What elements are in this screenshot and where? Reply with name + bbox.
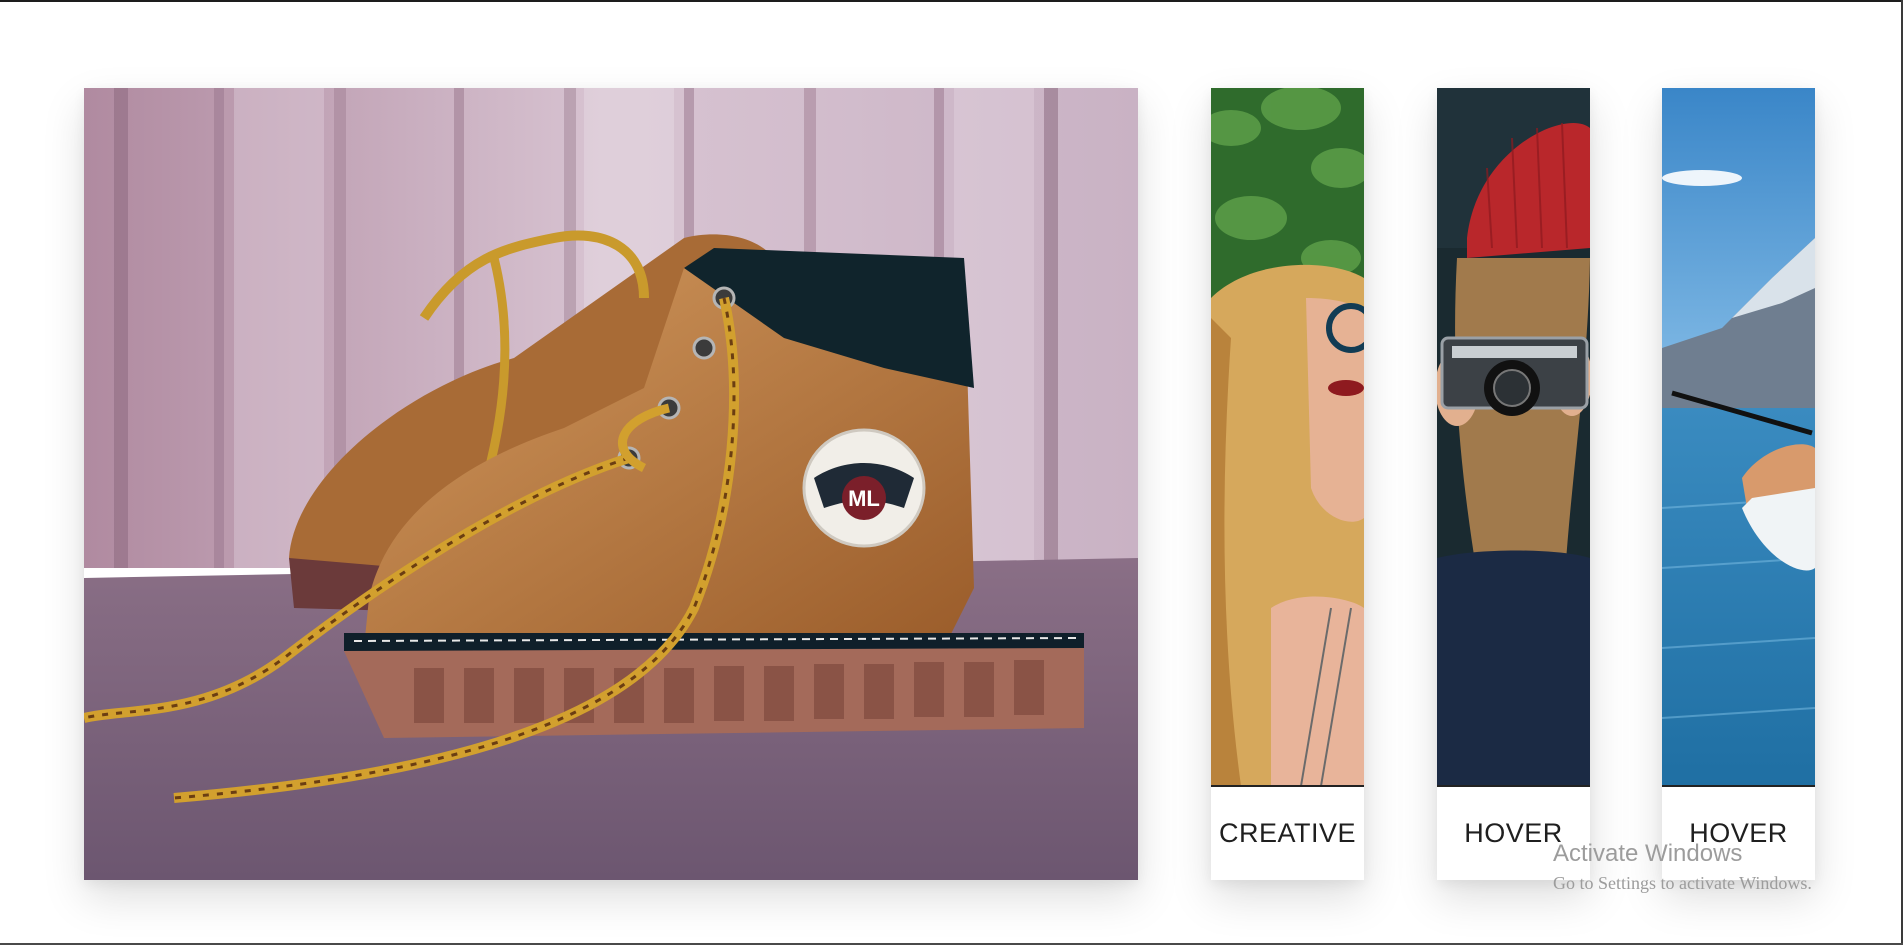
gallery-card-hover-kayak[interactable]: HOVER bbox=[1662, 88, 1815, 880]
gallery-card-image bbox=[1437, 88, 1590, 786]
gallery-card-creative[interactable]: CREATIVE bbox=[1211, 88, 1364, 880]
camera-person-image bbox=[1437, 88, 1590, 786]
gallery-card-image bbox=[1211, 88, 1364, 786]
woman-glasses-image bbox=[1211, 88, 1364, 786]
watermark-subtitle: Go to Settings to activate Windows. bbox=[1553, 873, 1812, 893]
boot-badge: ML bbox=[802, 428, 926, 548]
window-top-border bbox=[0, 0, 1903, 2]
card-label: CREATIVE bbox=[1211, 787, 1364, 880]
featured-image-card[interactable]: ML bbox=[84, 88, 1138, 880]
kayak-lake-image bbox=[1662, 88, 1815, 786]
featured-boots-image: ML bbox=[84, 88, 1138, 880]
watermark-title: Activate Windows bbox=[1553, 840, 1743, 867]
gallery-card-hover-camera[interactable]: HOVER bbox=[1437, 88, 1590, 880]
svg-text:ML: ML bbox=[848, 486, 880, 511]
activate-windows-watermark: Activate Windows Go to Settings to activ… bbox=[1553, 838, 1812, 896]
gallery-card-image bbox=[1662, 88, 1815, 786]
